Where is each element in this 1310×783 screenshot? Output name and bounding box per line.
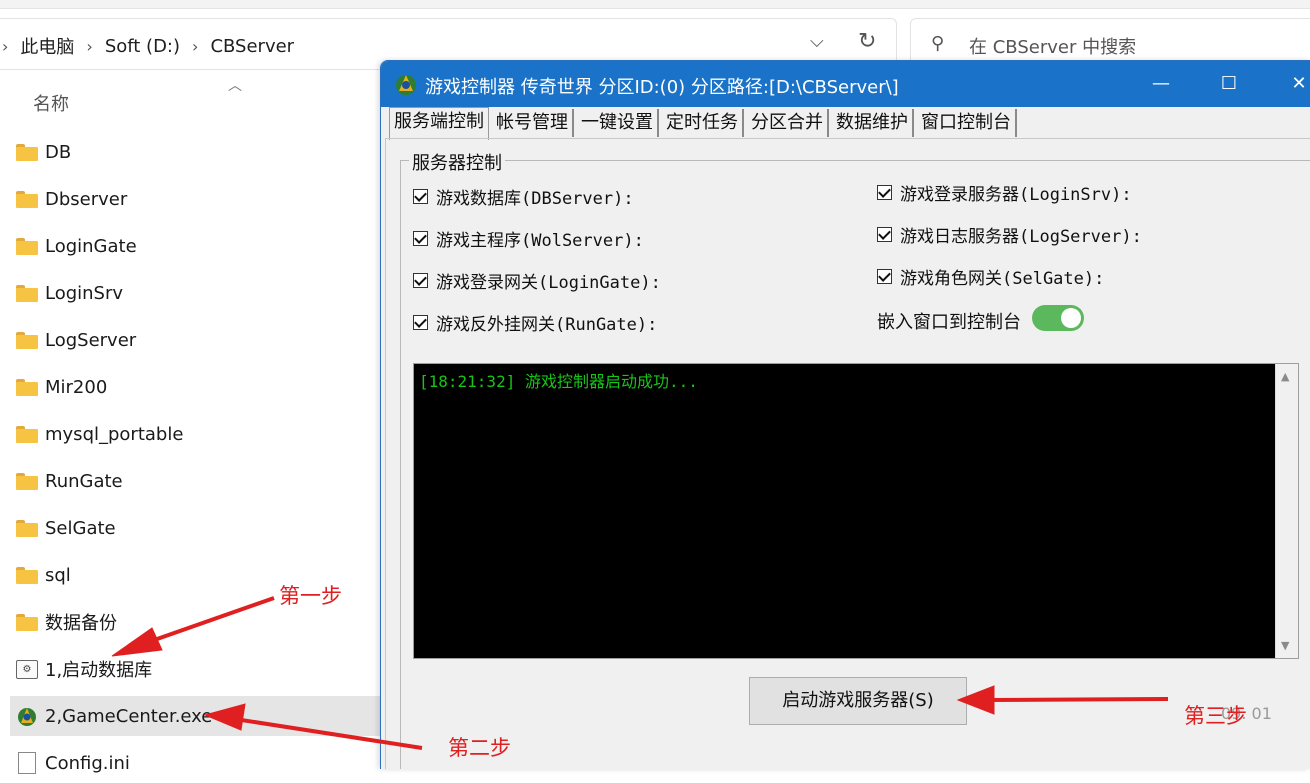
arrow-step3-shaft — [987, 697, 1169, 702]
annotation-step1: 第一步 — [279, 584, 342, 608]
arrow-step3-head — [956, 685, 995, 715]
arrow-step1-head — [111, 627, 163, 657]
annotation-arrows — [111, 596, 1169, 750]
arrow-step2-shaft — [234, 717, 423, 750]
annotation-step3: 第三步 — [1184, 704, 1247, 728]
arrow-step2-head — [203, 703, 246, 731]
arrow-step1-shaft — [139, 596, 275, 647]
annotation-step2: 第二步 — [448, 736, 511, 760]
